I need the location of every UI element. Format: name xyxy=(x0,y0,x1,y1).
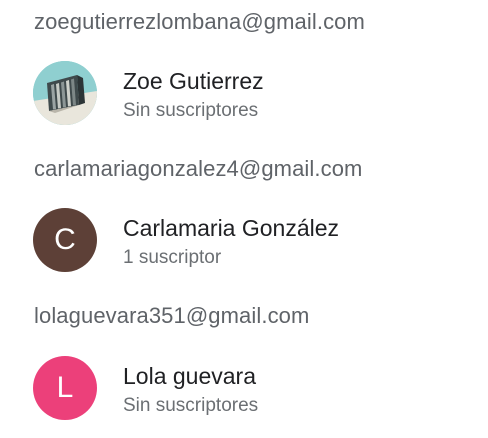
channel-name: Carlamaria González xyxy=(123,215,340,241)
avatar: L xyxy=(33,356,97,420)
account-list: zoegutierrezlombana@gmail.com Zoe Gutier… xyxy=(0,0,488,438)
subscriber-count: Sin suscriptores xyxy=(123,395,259,416)
subscriber-count: Sin suscriptores xyxy=(123,100,259,121)
account-email-header: zoegutierrezlombana@gmail.com xyxy=(34,9,365,34)
avatar-letter: C xyxy=(54,223,76,256)
channel-name: Zoe Gutierrez xyxy=(123,68,264,94)
channel-item-lola-guevara[interactable]: L Lola guevara Sin suscriptores xyxy=(0,356,488,438)
books-photo-icon xyxy=(33,61,97,125)
avatar-letter: L xyxy=(56,371,74,404)
avatar: C xyxy=(33,208,97,272)
avatar xyxy=(33,61,97,125)
channel-name: Lola guevara xyxy=(123,363,256,389)
account-email-header: carlamariagonzalez4@gmail.com xyxy=(34,156,363,181)
channel-item-carlamaria-gonzalez[interactable]: C Carlamaria González 1 suscriptor xyxy=(0,208,488,290)
channel-item-zoe-gutierrez[interactable]: Zoe Gutierrez Sin suscriptores xyxy=(0,61,488,143)
account-email-header: lolaguevara351@gmail.com xyxy=(34,303,310,328)
subscriber-count: 1 suscriptor xyxy=(123,247,222,268)
